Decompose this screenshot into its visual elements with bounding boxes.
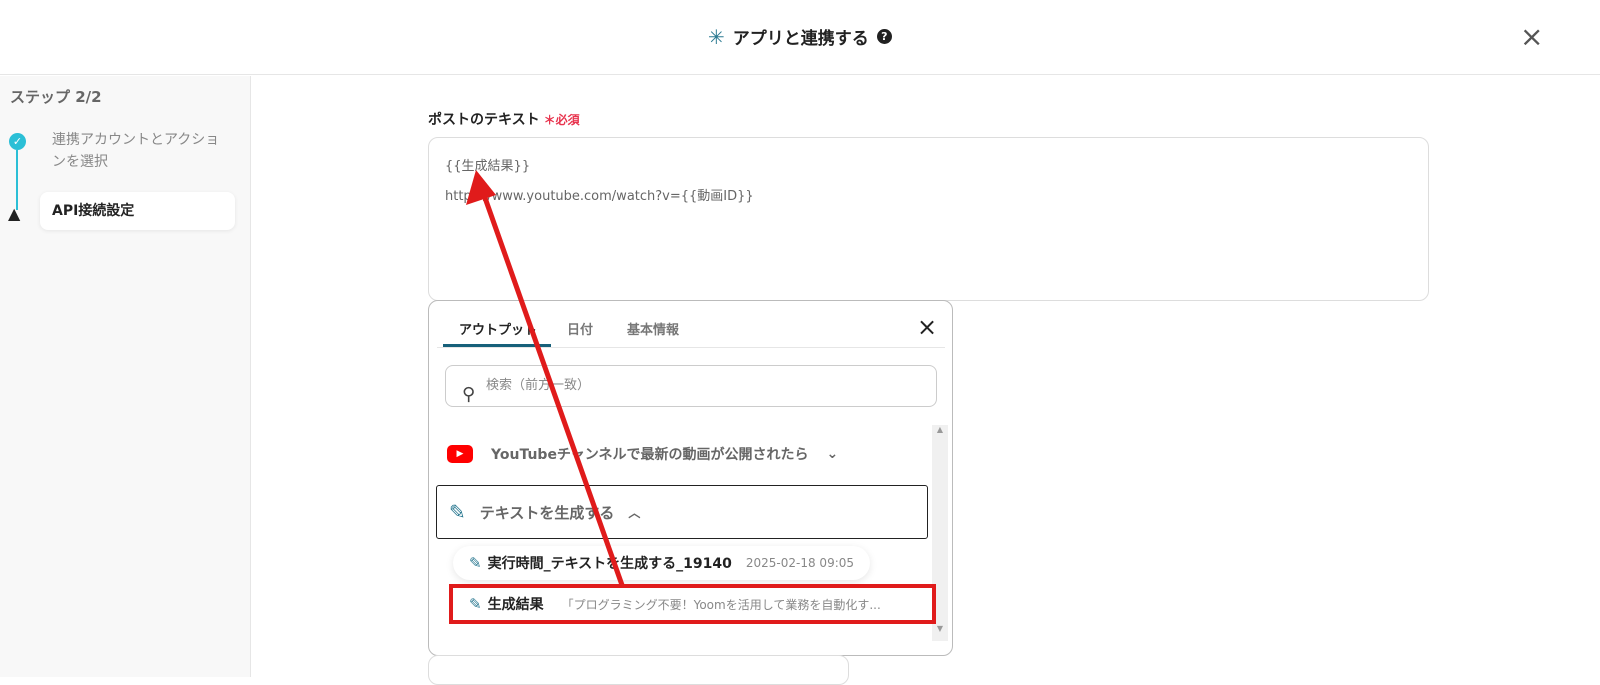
step-connector [16,150,18,210]
modal-header: ✳ アプリと連携する ? × [0,0,1600,75]
item-value: 2025-02-18 09:05 [745,556,855,570]
step-sidebar: ステップ 2/2 ✓ 連携アカウントとアクションを選択 ▲ API接続設定 [0,76,251,677]
group-youtube[interactable]: ▶ YouTubeチャンネルで最新の動画が公開されたら ⌄ [447,444,838,464]
popup-close-button[interactable]: × [917,313,937,341]
item-label: 生成結果 [487,597,544,613]
youtube-icon: ▶ [447,445,473,463]
post-text-textarea[interactable]: {{生成結果}} https://www.youtube.com/watch?v… [428,137,1429,301]
check-icon: ✓ [9,133,26,150]
tab-output[interactable]: アウトプット [459,319,537,338]
title-text: アプリと連携する [732,29,869,49]
tab-basic-info[interactable]: 基本情報 [627,319,679,338]
item-label: 実行時間_テキストを生成する_19140 [487,556,732,572]
label-text: ポストのテキスト [428,112,540,128]
help-icon[interactable]: ? [876,29,892,44]
divider [437,347,945,348]
search-input[interactable]: ⚲ 検索（前方一致） [445,365,937,407]
next-field[interactable] [428,655,849,685]
output-item-exec-time[interactable]: ✎ 実行時間_テキストを生成する_19140 2025-02-18 09:05 [453,546,870,580]
text-line: https://www.youtube.com/watch?v={{動画ID}} [445,189,754,204]
group-label: テキストを生成する [479,503,615,522]
tab-date[interactable]: 日付 [567,319,593,338]
text-line: {{生成結果}} [445,159,531,174]
sidebar-item-api-settings[interactable]: API接続設定 [40,192,235,230]
output-picker-popup: アウトプット 日付 基本情報 × ⚲ 検索（前方一致） ▲ ▼ ▶ YouTube… [428,300,953,656]
group-generate-text[interactable]: ✎ テキストを生成する ︿ [436,485,928,539]
sidebar-item-account-action[interactable]: 連携アカウントとアクションを選択 [52,129,232,173]
output-item-generated-result[interactable]: ✎ 生成結果 「プログラミング不要！Yoomを活用して業務を自動化す... [449,584,936,624]
field-label: ポストのテキスト ＊必須 [428,109,580,129]
group-label: YouTubeチャンネルで最新の動画が公開されたら [491,447,809,463]
required-badge: ＊必須 [543,113,580,127]
pen-icon: ✎ [449,500,466,524]
search-placeholder: 検索（前方一致） [486,378,591,393]
close-button[interactable]: × [1520,23,1543,51]
item-value: 「プログラミング不要！Yoomを活用して業務を自動化す... [561,597,881,612]
step-indicator: ステップ 2/2 [10,88,102,106]
chevron-down-icon: ⌄ [826,446,839,462]
warning-icon: ▲ [8,204,21,223]
network-icon: ✳ [708,24,725,49]
pen-icon: ✎ [469,595,482,613]
pen-icon: ✎ [469,554,482,572]
modal-title: ✳ アプリと連携する ? [708,24,892,49]
chevron-up-icon: ︿ [628,505,641,520]
search-icon: ⚲ [462,384,476,405]
